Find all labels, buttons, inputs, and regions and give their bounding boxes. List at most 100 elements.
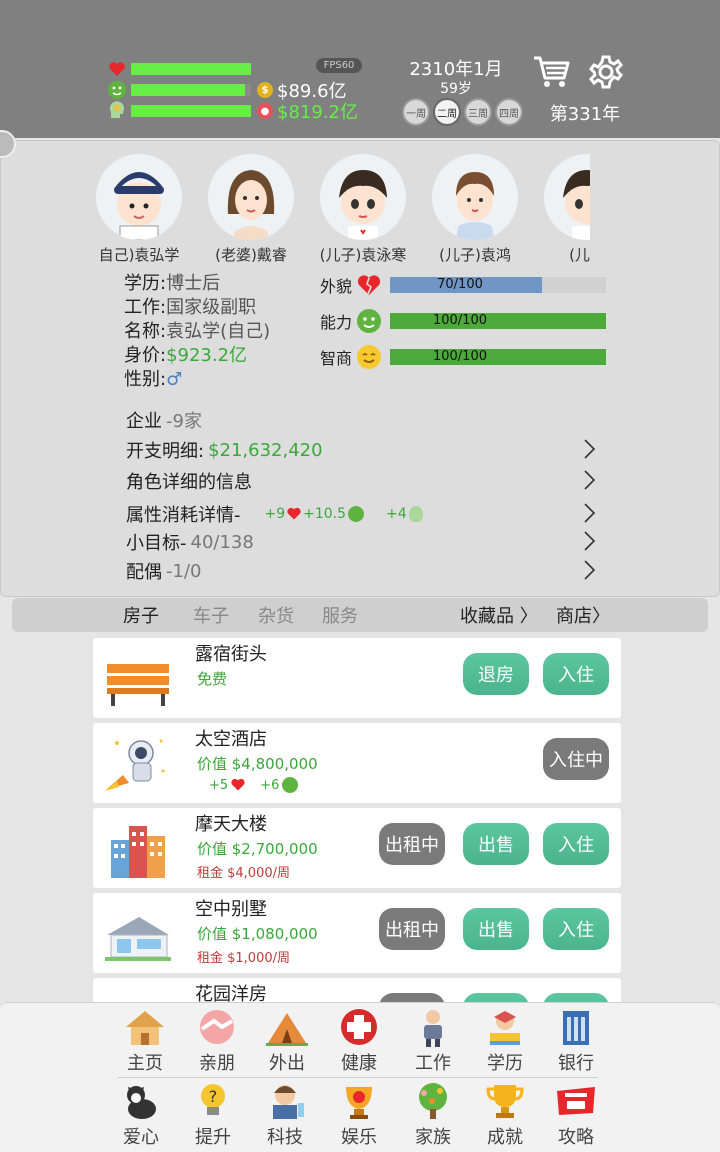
move-in-button[interactable]: 入住 [543, 823, 609, 865]
name-value: 袁弘学(自己) [166, 321, 271, 342]
renting-button[interactable]: 出租中 [379, 823, 445, 865]
piggy-icon: ● [257, 103, 273, 119]
week-button-3[interactable]: 三周 [464, 98, 492, 126]
company-value: -9家 [166, 411, 202, 432]
nav-charity[interactable]: 爱心 [106, 1081, 176, 1149]
week-button-1[interactable]: 一周 [402, 98, 430, 126]
looks-attribute: 外貌 70/100 [320, 272, 606, 298]
trophy-icon [486, 1085, 524, 1118]
bonus-heart-value: +5 [209, 777, 229, 793]
goal-row[interactable]: 小目标- 40/138 [126, 528, 596, 556]
house-item-space-hotel: 太空酒店 价值 $4,800,000 +5 +6 入住中 [93, 723, 621, 803]
move-in-button[interactable]: 入住 [543, 908, 609, 950]
cost-brain-value: +4 [386, 506, 407, 522]
move-in-button[interactable]: 入住 [543, 653, 609, 695]
profile-info: 学历: 博士后 工作: 国家级副职 名称: 袁弘学(自己) 身价: $923.2亿 性别… [124, 272, 270, 392]
tab-car[interactable]: 车子 [193, 602, 229, 628]
checkout-button[interactable]: 退房 [463, 653, 529, 695]
education-label: 学历: [124, 273, 167, 294]
member-son-1[interactable]: (儿子)袁泳寒 [308, 154, 418, 265]
heart-icon [231, 778, 245, 791]
health-stat [107, 59, 251, 79]
role-info-label: 角色详细的信息 [126, 472, 252, 493]
player-age: 59岁 [440, 81, 472, 97]
sell-button[interactable]: 出售 [463, 823, 529, 865]
attr-cost-row[interactable]: 属性消耗详情- +9 +10.5 +4 [126, 500, 596, 528]
heart-icon [107, 59, 127, 79]
status-header: $ $89.6亿 ● $819.2亿 FPS60 2310年1月 59岁 一周 … [0, 0, 720, 138]
nav-family[interactable]: 家族 [398, 1081, 468, 1149]
nav-label: 爱心 [123, 1127, 159, 1148]
house-item-street: 露宿街头 免费 退房 入住 [93, 638, 621, 718]
house-name: 露宿街头 [195, 644, 267, 665]
renting-button[interactable]: 出租中 [379, 908, 445, 950]
iq-attribute: 智商 100/100 [320, 344, 606, 370]
spouse-row[interactable]: 配偶 -1/0 [126, 557, 596, 585]
nav-entertainment[interactable]: 娱乐 [324, 1081, 394, 1149]
svg-text:?: ? [209, 1087, 218, 1106]
cost-face-value: +10.5 [303, 506, 347, 522]
nav-bank[interactable]: 银行 [541, 1007, 611, 1075]
nav-education[interactable]: 学历 [470, 1007, 540, 1075]
tab-house[interactable]: 房子 [123, 602, 159, 628]
nav-work[interactable]: 工作 [398, 1007, 468, 1075]
nav-home[interactable]: 主页 [110, 1007, 180, 1075]
gear-icon[interactable] [588, 54, 624, 90]
nav-health[interactable]: 健康 [324, 1007, 394, 1075]
ability-attribute: 能力 100/100 [320, 308, 606, 334]
smile-face-icon [356, 344, 382, 370]
worker-icon [424, 1010, 442, 1047]
avatar [208, 154, 294, 240]
tab-collection[interactable]: 收藏品 〉 [460, 602, 538, 628]
house-rent: 租金 $1,000/周 [197, 951, 290, 966]
nav-achievements[interactable]: 成就 [470, 1081, 540, 1149]
house-price: 免费 [197, 670, 228, 688]
nav-friends[interactable]: 亲朋 [182, 1007, 252, 1075]
nav-outing[interactable]: 外出 [252, 1007, 322, 1075]
nav-upgrade[interactable]: ? 提升 [178, 1081, 248, 1149]
member-son-3[interactable]: (儿子 [532, 154, 590, 265]
living-status-button[interactable]: 入住中 [543, 738, 609, 780]
week-button-2[interactable]: 二周 [433, 98, 461, 126]
nav-technology[interactable]: 科技 [250, 1081, 320, 1149]
company-label: 企业 [126, 411, 162, 432]
tab-service[interactable]: 服务 [322, 602, 358, 628]
bonus-face-value: +6 [260, 777, 280, 793]
house-item-skyscraper: 摩天大楼 价值 $2,700,000 租金 $4,000/周 出租中 出售 入住 [93, 808, 621, 888]
nav-guide[interactable]: 攻略 [541, 1081, 611, 1149]
expense-row[interactable]: 开支明细: $21,632,420 [126, 436, 596, 464]
bottom-nav: 主页 亲朋 外出 健康 工作 学历 银行 爱心 ? 提升 科技 娱乐 家族 成就… [0, 1002, 720, 1152]
iq-bar: 100/100 [390, 349, 606, 365]
face-icon [107, 80, 127, 100]
member-label: (儿子 [569, 246, 590, 264]
iq-label: 智商 [320, 349, 353, 368]
role-info-row[interactable]: 角色详细的信息 [126, 467, 596, 495]
mood-bar [131, 84, 251, 96]
broken-heart-icon [356, 272, 382, 298]
house-bonus: +5 +6 [209, 777, 299, 793]
attr-cost-values: +9 +10.5 +4 [265, 506, 423, 522]
worth-value: $923.2亿 [166, 345, 248, 366]
member-self[interactable]: 自己)袁弘学 [96, 154, 194, 265]
avatar [96, 154, 182, 240]
nav-label: 提升 [195, 1127, 231, 1148]
nav-label: 娱乐 [341, 1127, 377, 1148]
game-date: 2310年1月 [409, 59, 503, 80]
tab-goods[interactable]: 杂货 [258, 602, 294, 628]
education-value: 博士后 [166, 273, 221, 294]
cart-icon[interactable] [532, 54, 570, 90]
sell-button[interactable]: 出售 [463, 908, 529, 950]
member-wife[interactable]: (老婆)戴睿 [196, 154, 306, 265]
game-year: 第331年 [549, 104, 621, 125]
job-value: 国家级副职 [166, 297, 257, 318]
tab-shop[interactable]: 商店〉 [556, 602, 610, 628]
category-tabs: 房子 车子 杂货 服务 收藏品 〉 商店〉 [12, 598, 708, 632]
looks-value: 70/100 [437, 277, 483, 292]
nav-label: 外出 [269, 1053, 305, 1074]
looks-label: 外貌 [320, 277, 353, 296]
member-son-2[interactable]: (儿子)袁鸿 [420, 154, 530, 265]
avatar [544, 154, 590, 240]
week-button-4[interactable]: 四周 [495, 98, 523, 126]
job-label: 工作: [124, 297, 167, 318]
family-members: 自己)袁弘学 (老婆)戴睿 (儿子)袁泳寒 (儿子)袁鸿 (儿子 [96, 154, 590, 266]
